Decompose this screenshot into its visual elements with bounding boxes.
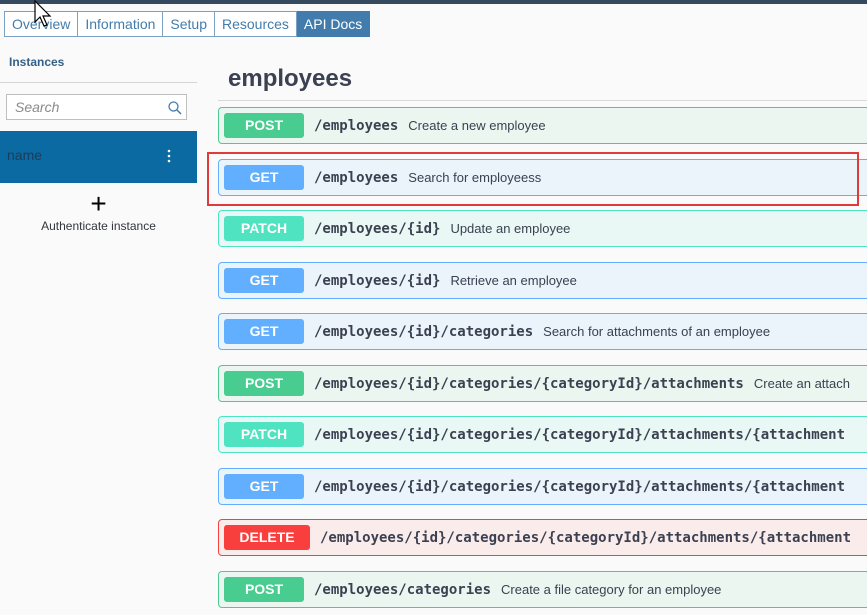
method-badge: GET (224, 474, 304, 499)
operation-summary: Create a new employee (408, 118, 546, 133)
method-badge: PATCH (224, 216, 304, 241)
instance-name: name (7, 147, 43, 163)
tab-resources[interactable]: Resources (215, 11, 297, 37)
operation-summary: Create an attach (753, 376, 850, 391)
authenticate-instance-button[interactable]: + Authenticate instance (0, 188, 197, 234)
operation-path: /employees/categories (314, 581, 492, 598)
search-box (6, 94, 187, 120)
operation-path: /employees/{id}/categories/{categoryId}/… (320, 529, 852, 546)
sidebar-title: Instances (9, 55, 65, 69)
tab-information[interactable]: Information (78, 11, 164, 37)
operation-path: /employees/{id}/categories (314, 323, 534, 340)
title-divider (218, 100, 867, 101)
operation-path: /employees/{id}/categories/{categoryId}/… (314, 426, 846, 443)
more-options-icon[interactable] (166, 149, 172, 163)
operation-path: /employees/{id}/categories/{categoryId}/… (314, 375, 744, 392)
operation-summary: Retrieve an employee (450, 273, 577, 288)
operation-row[interactable]: PATCH /employees/{id}/categories/{catego… (218, 416, 867, 453)
search-input[interactable] (7, 95, 157, 119)
operation-path: /employees/{id}/categories/{categoryId}/… (314, 478, 846, 495)
operation-summary: Search for employeess (408, 170, 542, 185)
operation-summary: Create a file category for an employee (501, 582, 722, 597)
operation-summary: Search for attachments of an employee (543, 324, 771, 339)
operation-row[interactable]: GET /employees/{id}/categories/{category… (218, 468, 867, 505)
main-content: employees POST /employees Create a new e… (197, 43, 867, 615)
search-icon[interactable] (167, 100, 183, 116)
sidebar-divider (0, 82, 197, 83)
operation-path: /employees (314, 169, 399, 186)
operation-path: /employees (314, 117, 399, 134)
operation-row[interactable]: GET /employees/{id} Retrieve an employee (218, 262, 867, 299)
method-badge: GET (224, 268, 304, 293)
tab-bar: Overview Information Setup Resources API… (4, 11, 371, 37)
operation-row[interactable]: PATCH /employees/{id} Update an employee (218, 210, 867, 247)
operation-row[interactable]: GET /employees Search for employeess (218, 159, 867, 196)
sidebar: Instances name + Authenticate instance (0, 43, 197, 615)
method-badge: DELETE (224, 525, 310, 550)
method-badge: POST (224, 371, 304, 396)
instance-item[interactable]: name (0, 131, 197, 183)
method-badge: GET (224, 165, 304, 190)
operation-path: /employees/{id} (314, 272, 441, 289)
method-badge: GET (224, 319, 304, 344)
method-badge: PATCH (224, 422, 304, 447)
operation-row[interactable]: POST /employees Create a new employee (218, 107, 867, 144)
tab-setup[interactable]: Setup (163, 11, 215, 37)
method-badge: POST (224, 113, 304, 138)
operation-path: /employees/{id} (314, 220, 441, 237)
page-title: employees (228, 65, 353, 92)
mouse-cursor-icon (34, 0, 52, 27)
operation-row[interactable]: GET /employees/{id}/categories Search fo… (218, 313, 867, 350)
operation-row[interactable]: POST /employees/{id}/categories/{categor… (218, 365, 867, 402)
plus-icon: + (90, 188, 107, 219)
method-badge: POST (224, 577, 304, 602)
operation-row[interactable]: DELETE /employees/{id}/categories/{categ… (218, 519, 867, 556)
operation-row[interactable]: POST /employees/categories Create a file… (218, 571, 867, 608)
top-bar (0, 0, 867, 4)
tab-api-docs[interactable]: API Docs (296, 11, 371, 37)
operation-summary: Update an employee (450, 221, 571, 236)
authenticate-instance-label: Authenticate instance (41, 219, 156, 233)
